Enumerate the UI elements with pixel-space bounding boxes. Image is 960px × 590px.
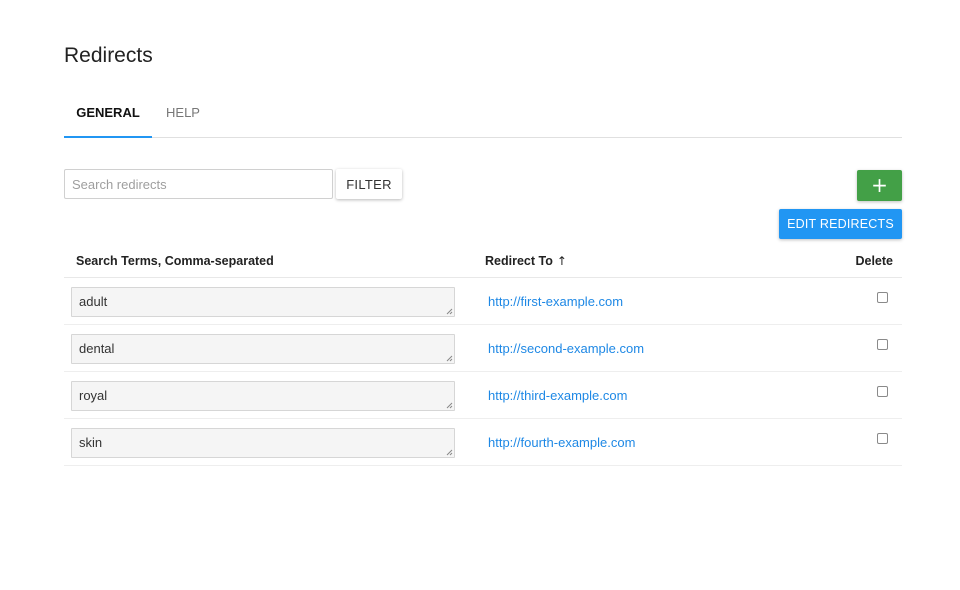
resize-handle-icon[interactable]	[445, 401, 453, 409]
tab-general[interactable]: GENERAL	[64, 95, 152, 138]
page-title: Redirects	[64, 44, 153, 67]
search-terms-field[interactable]: adult	[71, 287, 455, 317]
sort-ascending-icon: ↑	[556, 254, 567, 268]
redirects-table: Search Terms, Comma-separated Redirect T…	[64, 244, 902, 466]
header-delete: Delete	[855, 254, 893, 268]
table-header: Search Terms, Comma-separated Redirect T…	[64, 244, 902, 278]
search-terms-field[interactable]: skin	[71, 428, 455, 458]
search-input[interactable]	[64, 169, 333, 199]
search-terms-value: adult	[79, 294, 108, 309]
redirects-page: Redirects GENERAL HELP FILTER + EDIT RED…	[0, 0, 960, 590]
delete-checkbox[interactable]	[877, 292, 888, 303]
resize-handle-icon[interactable]	[445, 307, 453, 315]
header-redirect-label: Redirect To	[485, 254, 553, 268]
tab-bar: GENERAL HELP	[64, 95, 902, 138]
redirect-url-link[interactable]: http://third-example.com	[488, 388, 627, 403]
resize-handle-icon[interactable]	[445, 448, 453, 456]
header-redirect-to[interactable]: Redirect To ↑	[485, 254, 567, 268]
search-terms-value: skin	[79, 435, 103, 450]
add-redirect-button[interactable]: +	[857, 170, 902, 201]
redirect-url-link[interactable]: http://first-example.com	[488, 294, 623, 309]
search-terms-field[interactable]: dental	[71, 334, 455, 364]
search-terms-field[interactable]: royal	[71, 381, 455, 411]
tab-help[interactable]: HELP	[152, 95, 214, 138]
redirect-url-link[interactable]: http://fourth-example.com	[488, 435, 635, 450]
table-row: skin http://fourth-example.com	[64, 419, 902, 466]
redirect-url-link[interactable]: http://second-example.com	[488, 341, 644, 356]
table-row: adult http://first-example.com	[64, 278, 902, 325]
table-row: royal http://third-example.com	[64, 372, 902, 419]
filter-button[interactable]: FILTER	[336, 169, 402, 199]
header-search-terms: Search Terms, Comma-separated	[76, 254, 274, 268]
delete-checkbox[interactable]	[877, 433, 888, 444]
resize-handle-icon[interactable]	[445, 354, 453, 362]
search-terms-value: royal	[79, 388, 108, 403]
edit-redirects-button[interactable]: EDIT REDIRECTS	[779, 209, 902, 239]
table-row: dental http://second-example.com	[64, 325, 902, 372]
delete-checkbox[interactable]	[877, 386, 888, 397]
delete-checkbox[interactable]	[877, 339, 888, 350]
search-terms-value: dental	[79, 341, 115, 356]
